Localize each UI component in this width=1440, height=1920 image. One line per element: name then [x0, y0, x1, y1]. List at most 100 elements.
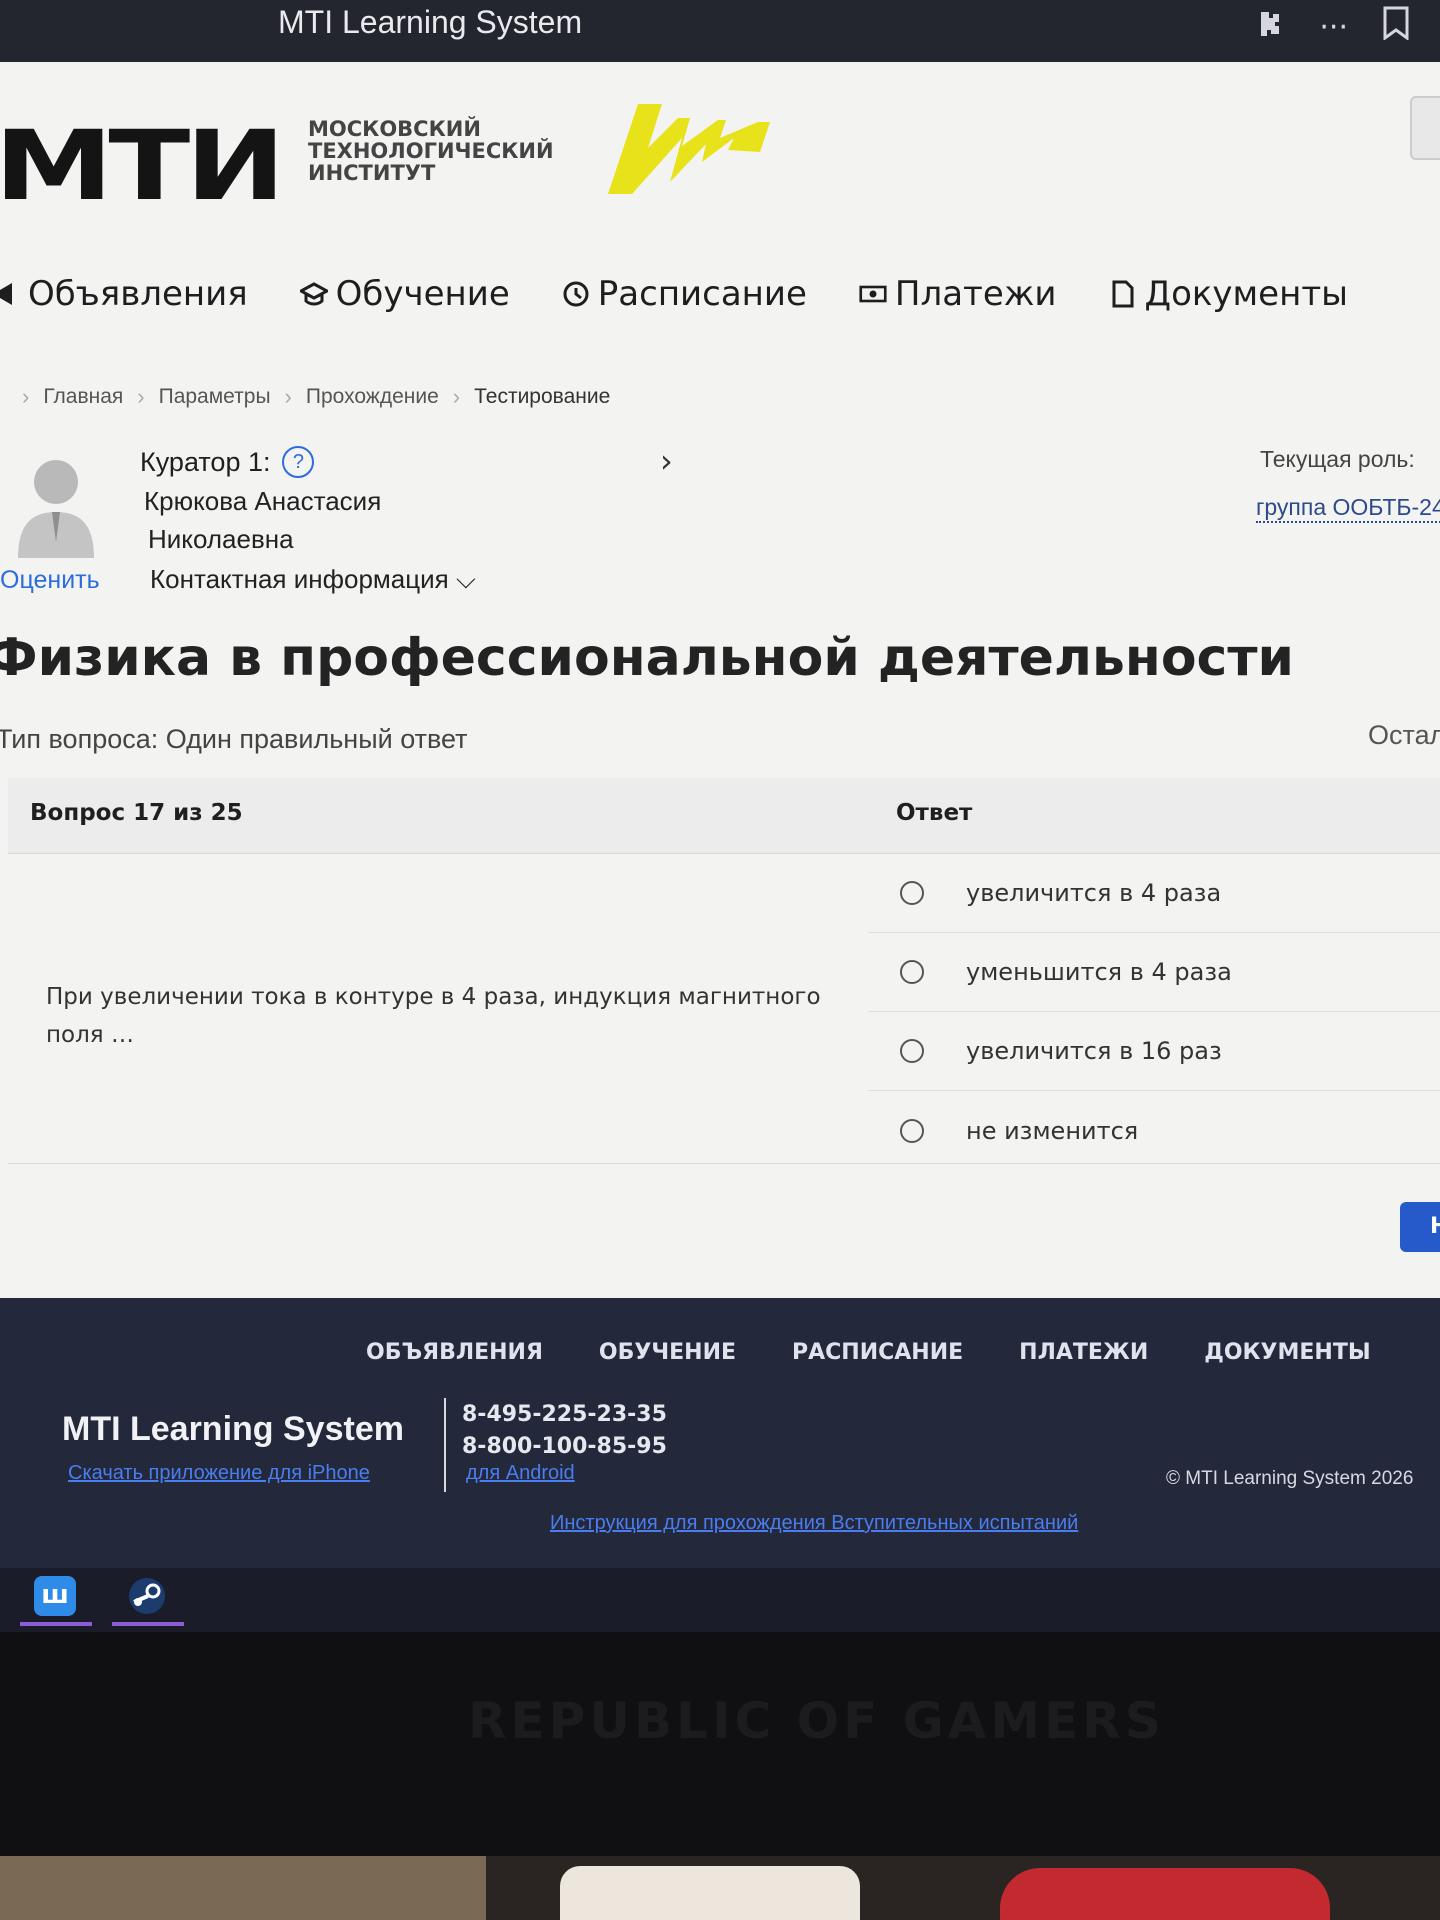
breadcrumb-item-progress[interactable]: Прохождение	[306, 385, 439, 409]
footer: ОБЪЯВЛЕНИЯ ОБУЧЕНИЕ РАСПИСАНИЕ ПЛАТЕЖИ Д…	[0, 1298, 1440, 1568]
curator-label-text: Куратор 1:	[140, 446, 271, 477]
nav-item-announcements[interactable]: Объявления	[0, 274, 248, 314]
browser-toolbar: ···	[1255, 6, 1410, 48]
institute-name-line: институт	[308, 161, 436, 185]
bezel-branding: REPUBLIC OF GAMERS	[468, 1692, 1165, 1750]
question-type: Тип вопроса: Один правильный ответ	[0, 724, 468, 754]
answer-option[interactable]: не изменится	[868, 1091, 1440, 1170]
answer-column-header: Ответ	[896, 800, 973, 826]
taskbar-app[interactable]: ш	[20, 1576, 92, 1626]
nav-item-label: Расписание	[597, 274, 807, 314]
taskbar: ш	[0, 1568, 1440, 1632]
taskbar-app[interactable]	[112, 1576, 184, 1626]
institute-logo[interactable]: МТИ	[0, 118, 286, 214]
radio-button[interactable]	[900, 960, 924, 984]
institute-name-line: технологический	[308, 139, 554, 163]
curator-avatar	[18, 460, 94, 558]
curator-patronymic: Николаевна	[148, 524, 294, 554]
answer-option[interactable]: увеличится в 16 раз	[868, 1012, 1440, 1091]
remaining-time: Остал	[1368, 720, 1440, 750]
browser-tab-title: MTI Learning System	[278, 4, 583, 40]
footer-nav: ОБЪЯВЛЕНИЯ ОБУЧЕНИЕ РАСПИСАНИЕ ПЛАТЕЖИ Д…	[366, 1340, 1371, 1365]
answer-option[interactable]: уменьшится в 4 раза	[868, 933, 1440, 1012]
web-page: МТИ Московский технологический институт …	[0, 62, 1440, 1298]
bookmark-icon[interactable]	[1382, 6, 1410, 48]
question-text: При увеличении тока в контуре в 4 раза, …	[46, 984, 821, 1048]
nav-item-label: Объявления	[28, 274, 248, 314]
steam-icon	[129, 1578, 165, 1614]
nav-item-payments[interactable]: Платежи	[859, 274, 1057, 314]
page-title: Физика в профессиональной деятельности	[0, 628, 1294, 688]
document-icon	[1112, 280, 1134, 308]
breadcrumb-item-testing: Тестирование	[474, 385, 611, 408]
more-icon[interactable]: ···	[1319, 10, 1348, 45]
breadcrumb-item-parameters[interactable]: Параметры	[159, 385, 271, 409]
institute-name: Московский технологический институт	[308, 118, 554, 184]
footer-nav-documents[interactable]: ДОКУМЕНТЫ	[1204, 1340, 1370, 1365]
breadcrumb-item-home[interactable]: Главная	[43, 385, 123, 409]
contact-info-toggle[interactable]: Контактная информация ⌵	[150, 564, 476, 596]
wallpaper-app-icon: ш	[34, 1576, 76, 1616]
radio-button[interactable]	[900, 1118, 924, 1143]
chevron-right-icon: ›	[284, 384, 292, 409]
question-table: Вопрос 17 из 25 Ответ При увеличении ток…	[8, 778, 1440, 1164]
footer-nav-announcements[interactable]: ОБЪЯВЛЕНИЯ	[366, 1340, 543, 1365]
institute-name-line: Московский	[308, 117, 481, 141]
nav-item-schedule[interactable]: Расписание	[562, 274, 807, 314]
phone-number[interactable]: 8-800-100-85-95	[462, 1434, 667, 1459]
footer-brand: MTI Learning System	[62, 1410, 404, 1448]
chevron-right-icon[interactable]: ›	[660, 442, 673, 480]
footer-nav-schedule[interactable]: РАСПИСАНИЕ	[792, 1340, 963, 1365]
graduation-cap-icon	[299, 282, 328, 306]
curator-label: Куратор 1: ?	[140, 446, 315, 478]
header-menu-button[interactable]	[1410, 96, 1440, 160]
answer-label: увеличится в 4 раза	[966, 879, 1222, 907]
active-indicator	[112, 1622, 184, 1626]
answer-option[interactable]: увеличится в 4 раза	[868, 854, 1440, 933]
money-icon	[859, 285, 887, 303]
question-row: При увеличении тока в контуре в 4 раза, …	[8, 854, 1440, 1164]
desk-surface	[0, 1856, 1440, 1920]
next-question-button[interactable]: Н	[1400, 1202, 1440, 1252]
answer-label: уменьшится в 4 раза	[966, 958, 1232, 986]
browser-top-bar: MTI Learning System ···	[0, 0, 1440, 62]
extensions-icon[interactable]	[1255, 8, 1285, 46]
rate-curator-link[interactable]: Оценить	[0, 566, 100, 595]
copyright: © MTI Learning System 2026	[1166, 1468, 1414, 1489]
footer-nav-payments[interactable]: ПЛАТЕЖИ	[1019, 1340, 1148, 1365]
nav-item-learning[interactable]: Обучение	[299, 274, 510, 314]
android-app-link[interactable]: для Android	[466, 1462, 575, 1485]
phone-number[interactable]: 8-495-225-23-35	[462, 1402, 667, 1427]
clock-icon	[563, 281, 589, 307]
nav-item-label: Обучение	[335, 274, 510, 314]
laptop-bezel: REPUBLIC OF GAMERS	[0, 1632, 1440, 1856]
help-icon[interactable]: ?	[282, 446, 315, 478]
desk-object	[560, 1866, 860, 1920]
radio-button[interactable]	[900, 1039, 924, 1063]
breadcrumb: › Главная › Параметры › Прохождение › Те…	[22, 384, 610, 410]
current-role-select[interactable]: группа ООБТБ-24	[1256, 494, 1440, 523]
chevron-right-icon: ›	[137, 384, 145, 409]
question-counter: Вопрос 17 из 25	[30, 800, 243, 826]
active-indicator	[20, 1622, 92, 1626]
curator-name: Крюкова Анастасия	[144, 486, 382, 516]
question-table-header: Вопрос 17 из 25 Ответ	[8, 778, 1440, 854]
chevron-right-icon: ›	[22, 384, 30, 409]
answer-options: увеличится в 4 раза уменьшится в 4 раза …	[868, 854, 1440, 1170]
entrance-exams-guide-link[interactable]: Инструкция для прохождения Вступительных…	[550, 1512, 1078, 1535]
answer-label: увеличится в 16 раз	[966, 1037, 1222, 1065]
chevron-right-icon: ›	[452, 384, 461, 409]
desk-object	[1000, 1868, 1330, 1920]
footer-divider	[444, 1398, 446, 1492]
desk-object	[0, 1856, 486, 1920]
logo-lightning-icon	[608, 104, 770, 194]
nav-item-label: Платежи	[894, 274, 1057, 314]
main-nav: Объявления Обучение Расписание Платежи Д…	[0, 274, 1348, 314]
footer-nav-learning[interactable]: ОБУЧЕНИЕ	[599, 1340, 736, 1365]
nav-item-label: Документы	[1144, 274, 1348, 314]
nav-item-documents[interactable]: Документы	[1109, 274, 1348, 314]
iphone-app-link[interactable]: Скачать приложение для iPhone	[68, 1462, 370, 1485]
megaphone-icon	[0, 283, 12, 305]
radio-button[interactable]	[900, 881, 924, 905]
answer-label: не изменится	[966, 1116, 1139, 1145]
